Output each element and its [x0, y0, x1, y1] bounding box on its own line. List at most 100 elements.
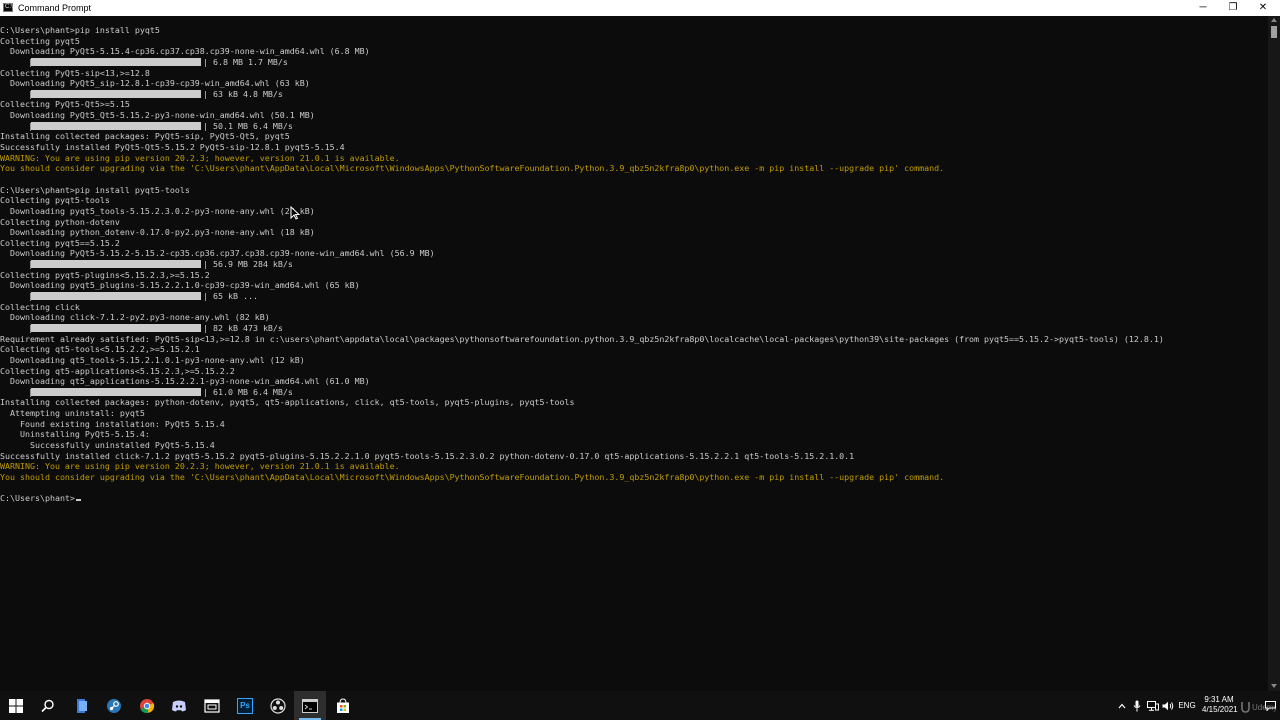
volume-icon: [1162, 701, 1174, 710]
line-text: Collecting click: [0, 301, 80, 312]
line-text: WARNING: You are using pip version 20.2.…: [0, 461, 400, 472]
line-text: C:\Users\phant>pip install pyqt5-tools: [0, 184, 190, 195]
line-text: Downloading PyQt5-5.15.4-cp36.cp37.cp38.…: [0, 46, 370, 57]
svg-text:Udemy: Udemy: [1252, 703, 1276, 712]
vertical-scrollbar[interactable]: [1268, 16, 1280, 691]
app-photoshop[interactable]: Ps: [229, 691, 261, 720]
terminal-line: You should consider upgrading via the 'C…: [0, 472, 1164, 483]
progress-bar-start: |: [28, 120, 33, 131]
line-text: Collecting pyqt5==5.15.2: [0, 237, 120, 248]
terminal-line: Collecting PyQt5-Qt5>=5.15: [0, 99, 1164, 110]
terminal-line: Uninstalling PyQt5-5.15.4:: [0, 429, 1164, 440]
app-obs[interactable]: [262, 691, 294, 720]
progress-line: | | 65 kB ...: [0, 291, 1164, 302]
terminal-line: Requirement already satisfied: PyQt5-sip…: [0, 334, 1164, 345]
line-text: Downloading PyQt5-5.15.2-5.15.2-cp35.cp3…: [0, 248, 435, 259]
start-button[interactable]: [0, 691, 32, 720]
scrollbar-thumb[interactable]: [1271, 26, 1277, 38]
terminal-line: Downloading pyqt5_tools-5.15.2.3.0.2-py3…: [0, 206, 1164, 217]
mouse-pointer-icon: [290, 206, 300, 220]
app-store[interactable]: [327, 691, 359, 720]
terminal-line: WARNING: You are using pip version 20.2.…: [0, 153, 1164, 164]
qt-designer-icon: [204, 698, 220, 713]
app-command-prompt[interactable]: [294, 691, 326, 720]
command-prompt-icon: [302, 698, 318, 713]
line-text: Found existing installation: PyQt5 5.15.…: [0, 418, 225, 429]
terminal-line: Installing collected packages: PyQt5-sip…: [0, 131, 1164, 142]
progress-bar-start: |: [28, 88, 33, 99]
terminal-lines: C:\Users\phant>pip install pyqt5 Collecti…: [0, 25, 1164, 504]
line-text: Requirement already satisfied: PyQt5-sip…: [0, 333, 1164, 344]
line-text: Collecting PyQt5-sip<13,>=12.8: [0, 67, 150, 78]
line-text: C:\Users\phant>: [0, 493, 75, 504]
line-text: Downloading python_dotenv-0.17.0-py2.py3…: [0, 227, 315, 238]
line-text: Downloading qt5_tools-5.15.2.1.0.1-py3-n…: [0, 354, 305, 365]
app-discord[interactable]: [163, 691, 195, 720]
download-progress-bar: [31, 260, 201, 269]
language-indicator[interactable]: ENG: [1176, 691, 1198, 720]
command-prompt-icon: C:\: [3, 3, 13, 12]
microphone-icon: [1133, 700, 1141, 711]
taskbar-clock[interactable]: 9:31 AM 4/15/2021: [1202, 695, 1238, 715]
line-text: Collecting PyQt5-Qt5>=5.15: [0, 99, 130, 110]
search-button[interactable]: [32, 691, 64, 720]
terminal-line: Installing collected packages: python-do…: [0, 397, 1164, 408]
obs-icon: [270, 697, 286, 714]
terminal-line: Collecting pyqt5: [0, 36, 1164, 47]
progress-bar-start: |: [28, 386, 33, 397]
maximize-button[interactable]: ❐: [1217, 0, 1249, 16]
terminal-line: Downloading click-7.1.2-py2.py3-none-any…: [0, 312, 1164, 323]
progress-line: | | 56.9 MB 284 kB/s: [0, 259, 1164, 270]
line-text: Collecting qt5-tools<5.15.2.2,>=5.15.2.1: [0, 344, 200, 355]
scroll-up-arrow-icon[interactable]: [1271, 18, 1277, 22]
line-text: Successfully installed click-7.1.2 pyqt5…: [0, 450, 855, 461]
download-progress-bar: [31, 89, 201, 98]
minimize-button[interactable]: ─: [1187, 0, 1219, 16]
progress-line: | | 63 kB 4.8 MB/s: [0, 89, 1164, 100]
line-text: Downloading PyQt5_Qt5-5.15.2-py3-none-wi…: [0, 110, 315, 121]
progress-stats: | 50.1 MB 6.4 MB/s: [203, 120, 293, 131]
terminal-line: Collecting pyqt5-plugins<5.15.2.3,>=5.15…: [0, 270, 1164, 281]
show-hidden-icons-button[interactable]: [1115, 691, 1129, 720]
line-text: Downloading click-7.1.2-py2.py3-none-any…: [0, 312, 270, 323]
progress-bar-start: |: [28, 322, 33, 333]
network-tray-button[interactable]: [1146, 691, 1160, 720]
line-text: Installing collected packages: python-do…: [0, 397, 575, 408]
app-file-explorer[interactable]: [66, 691, 98, 720]
chrome-icon: [140, 698, 155, 713]
download-progress-bar: [31, 387, 201, 396]
terminal-output[interactable]: C:\Users\phant>pip install pyqt5 Collecti…: [0, 16, 1268, 691]
progress-stats: | 61.0 MB 6.4 MB/s: [203, 386, 293, 397]
volume-tray-button[interactable]: [1161, 691, 1175, 720]
line-text: Attempting uninstall: pyqt5: [0, 408, 145, 419]
progress-line: | | 61.0 MB 6.4 MB/s: [0, 387, 1164, 398]
terminal-line: Attempting uninstall: pyqt5: [0, 408, 1164, 419]
line-text: Downloading pyqt5_plugins-5.15.2.2.1.0-c…: [0, 280, 360, 291]
scroll-down-arrow-icon[interactable]: [1271, 684, 1277, 688]
line-text: Collecting pyqt5-tools: [0, 195, 110, 206]
clock-time: 9:31 AM: [1204, 695, 1234, 704]
download-progress-bar: [31, 292, 201, 301]
window-title-bar[interactable]: C:\ Command Prompt ─ ❐ ✕: [0, 0, 1280, 16]
terminal-line: Successfully installed PyQt5-Qt5-5.15.2 …: [0, 142, 1164, 153]
download-progress-bar: [31, 323, 201, 332]
terminal-line: Collecting python-dotenv: [0, 217, 1164, 228]
microphone-tray-button[interactable]: [1130, 691, 1144, 720]
close-button[interactable]: ✕: [1247, 0, 1279, 16]
line-text: Collecting pyqt5-plugins<5.15.2.3,>=5.15…: [0, 269, 210, 280]
terminal-line: Successfully installed click-7.1.2 pyqt5…: [0, 451, 1164, 462]
progress-stats: | 63 kB 4.8 MB/s: [203, 88, 283, 99]
terminal-line: Successfully uninstalled PyQt5-5.15.4: [0, 440, 1164, 451]
terminal-line: Downloading PyQt5-5.15.4-cp36.cp37.cp38.…: [0, 46, 1164, 57]
app-qt-designer[interactable]: [196, 691, 228, 720]
line-text: Uninstalling PyQt5-5.15.4:: [0, 429, 150, 440]
line-text: Downloading qt5_applications-5.15.2.2.1-…: [0, 376, 370, 387]
app-chrome[interactable]: [131, 691, 163, 720]
app-steam[interactable]: [98, 691, 130, 720]
progress-stats: | 56.9 MB 284 kB/s: [203, 259, 293, 270]
terminal-line: Collecting pyqt5-tools: [0, 195, 1164, 206]
terminal-line: Downloading PyQt5-5.15.2-5.15.2-cp35.cp3…: [0, 248, 1164, 259]
line-text: Installing collected packages: PyQt5-sip…: [0, 131, 290, 142]
terminal-line: Collecting qt5-applications<5.15.2.3,>=5…: [0, 366, 1164, 377]
